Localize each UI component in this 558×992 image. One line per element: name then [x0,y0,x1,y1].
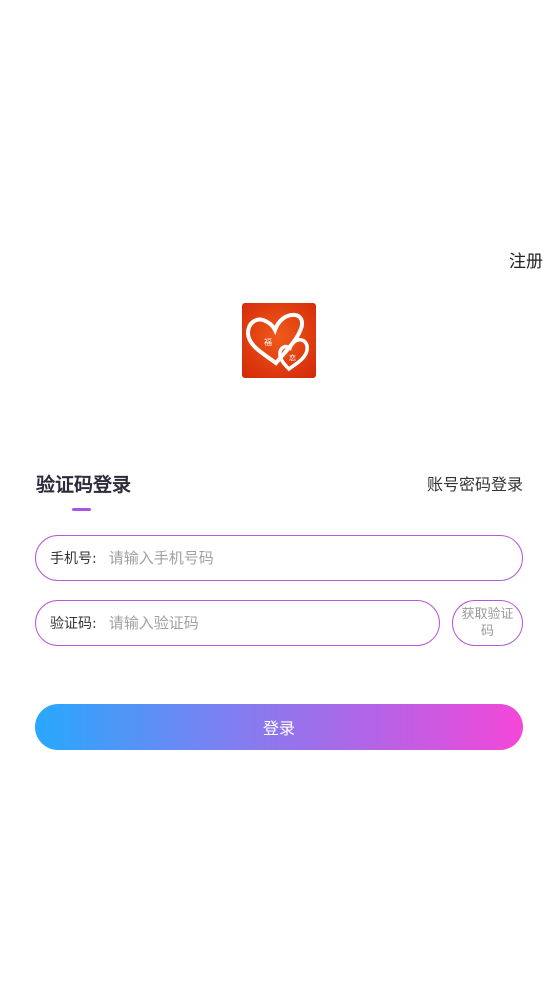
tab-active-indicator [72,508,91,511]
get-code-label: 获取验证码 [461,607,514,639]
logo-text-left: 福 [264,338,272,347]
phone-label: 手机号: [50,551,97,567]
tab-code-login[interactable]: 验证码登录 [36,470,131,497]
double-heart-logo-icon: 福 恋 [242,303,316,378]
logo-text-right: 恋 [289,353,296,362]
register-link[interactable]: 注册 [509,247,543,272]
code-field[interactable]: 验证码: [35,600,440,646]
code-input[interactable] [106,613,439,633]
phone-field[interactable]: 手机号: [35,535,523,581]
phone-input[interactable] [106,548,522,568]
code-label: 验证码: [50,616,97,632]
tab-password-login[interactable]: 账号密码登录 [427,471,523,495]
login-button[interactable]: 登录 [35,704,523,750]
get-code-button[interactable]: 获取验证码 [452,600,523,646]
app-logo: 福 恋 [242,303,316,378]
